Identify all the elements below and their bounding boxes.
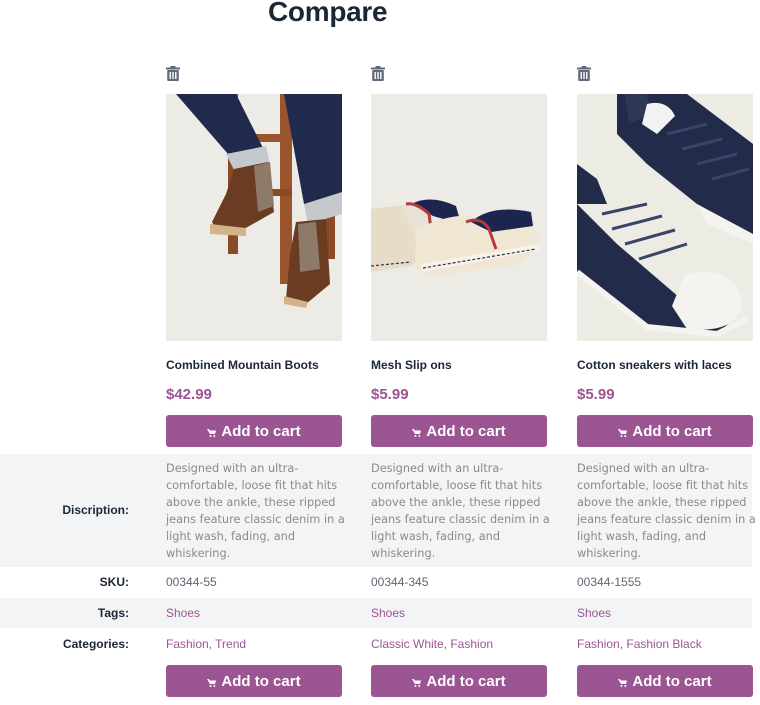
description-cell: Designed with an ultra-comfortable, loos… <box>166 462 345 560</box>
add-to-cart-button[interactable]: Add to cart <box>166 665 342 697</box>
description-label: Discription: <box>62 503 129 517</box>
cart-icon <box>412 428 422 437</box>
description-cell: Designed with an ultra-comfortable, loos… <box>371 462 550 560</box>
sku-cell: 00344-1555 <box>577 575 642 589</box>
add-to-cart-label: Add to cart <box>221 672 301 690</box>
cart-icon <box>207 678 217 687</box>
categories-row: Categories: Fashion, Trend Classic White… <box>0 629 752 659</box>
tag-link[interactable]: Shoes <box>577 606 611 620</box>
trash-icon <box>166 66 180 81</box>
add-to-cart-button[interactable]: Add to cart <box>371 415 547 447</box>
description-row: Discription: Designed with an ultra-comf… <box>0 454 756 567</box>
sku-row: SKU: 00344-55 00344-345 00344-1555 <box>0 567 752 597</box>
product-image[interactable] <box>166 94 342 341</box>
add-to-cart-button[interactable]: Add to cart <box>577 665 753 697</box>
product-image[interactable] <box>577 94 753 341</box>
cart-icon <box>618 678 628 687</box>
add-to-cart-button[interactable]: Add to cart <box>371 665 547 697</box>
add-to-cart-label: Add to cart <box>632 422 712 440</box>
product-price: $5.99 <box>371 386 409 403</box>
cart-icon <box>207 428 217 437</box>
add-to-cart-button[interactable]: Add to cart <box>166 415 342 447</box>
tag-link[interactable]: Shoes <box>166 606 200 620</box>
cart-icon <box>618 428 628 437</box>
product-name[interactable]: Mesh Slip ons <box>371 358 452 372</box>
tags-row: Tags: Shoes Shoes Shoes <box>0 598 752 628</box>
trash-icon <box>371 66 385 81</box>
category-links[interactable]: Classic White, Fashion <box>371 637 493 651</box>
add-to-cart-label: Add to cart <box>632 672 712 690</box>
product-name[interactable]: Cotton sneakers with laces <box>577 358 732 372</box>
remove-product-button[interactable] <box>371 66 385 81</box>
add-to-cart-label: Add to cart <box>221 422 301 440</box>
sku-cell: 00344-345 <box>371 575 429 589</box>
remove-product-button[interactable] <box>166 66 180 81</box>
description-cell: Designed with an ultra-comfortable, loos… <box>577 462 756 560</box>
remove-product-button[interactable] <box>577 66 591 81</box>
category-links[interactable]: Fashion, Trend <box>166 637 246 651</box>
page-title: Compare <box>268 0 388 27</box>
add-to-cart-label: Add to cart <box>426 672 506 690</box>
categories-label: Categories: <box>62 637 129 651</box>
product-image[interactable] <box>371 94 547 341</box>
cart-icon <box>412 678 422 687</box>
product-name[interactable]: Combined Mountain Boots <box>166 358 319 372</box>
sku-label: SKU: <box>99 575 129 589</box>
tag-link[interactable]: Shoes <box>371 606 405 620</box>
tags-label: Tags: <box>97 606 129 620</box>
category-links[interactable]: Fashion, Fashion Black <box>577 637 702 651</box>
add-to-cart-button[interactable]: Add to cart <box>577 415 753 447</box>
sku-cell: 00344-55 <box>166 575 217 589</box>
product-price: $42.99 <box>166 386 212 403</box>
add-to-cart-label: Add to cart <box>426 422 506 440</box>
trash-icon <box>577 66 591 81</box>
product-price: $5.99 <box>577 386 615 403</box>
